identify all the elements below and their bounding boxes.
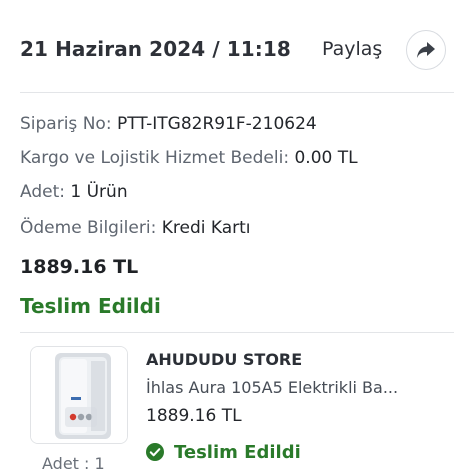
- shipping-fee-value: 0.00 TL: [294, 148, 358, 168]
- check-circle-icon: [146, 443, 164, 461]
- order-header: 21 Haziran 2024 / 11:18 Paylaş: [20, 30, 450, 74]
- order-date: 21 Haziran 2024 / 11:18: [20, 37, 291, 61]
- divider: [20, 332, 454, 333]
- order-number-value: PTT-ITG82R91F-210624: [116, 114, 317, 134]
- payment-label: Ödeme Bilgileri:: [20, 218, 157, 238]
- share-arrow-icon: [417, 42, 435, 58]
- product-image[interactable]: [30, 346, 128, 444]
- quantity-row: Adet: 1 Ürün: [20, 182, 128, 202]
- share-button[interactable]: [406, 30, 446, 70]
- quantity-label: Adet:: [20, 182, 65, 202]
- store-name[interactable]: AHUDUDU STORE: [146, 350, 302, 369]
- order-detail-page: 21 Haziran 2024 / 11:18 Paylaş Sipariş N…: [0, 0, 474, 474]
- product-quantity: Adet : 1: [42, 454, 105, 473]
- product-name[interactable]: İhlas Aura 105A5 Elektrikli Ba...: [146, 378, 446, 397]
- order-total: 1889.16 TL: [20, 256, 139, 278]
- product-status: Teslim Edildi: [146, 440, 301, 464]
- share-label[interactable]: Paylaş: [322, 38, 382, 60]
- product-status-label: Teslim Edildi: [174, 441, 301, 463]
- order-number-row: Sipariş No: PTT-ITG82R91F-210624: [20, 114, 317, 134]
- payment-value: Kredi Kartı: [161, 218, 251, 238]
- divider: [20, 92, 454, 93]
- quantity-value: 1 Ürün: [70, 182, 128, 202]
- order-number-label: Sipariş No:: [20, 114, 112, 134]
- water-heater-image: [31, 347, 127, 443]
- shipping-fee-label: Kargo ve Lojistik Hizmet Bedeli:: [20, 148, 290, 168]
- product-price: 1889.16 TL: [146, 406, 242, 426]
- shipping-fee-row: Kargo ve Lojistik Hizmet Bedeli: 0.00 TL: [20, 148, 358, 168]
- order-status: Teslim Edildi: [20, 294, 161, 318]
- payment-row: Ödeme Bilgileri: Kredi Kartı: [20, 218, 251, 238]
